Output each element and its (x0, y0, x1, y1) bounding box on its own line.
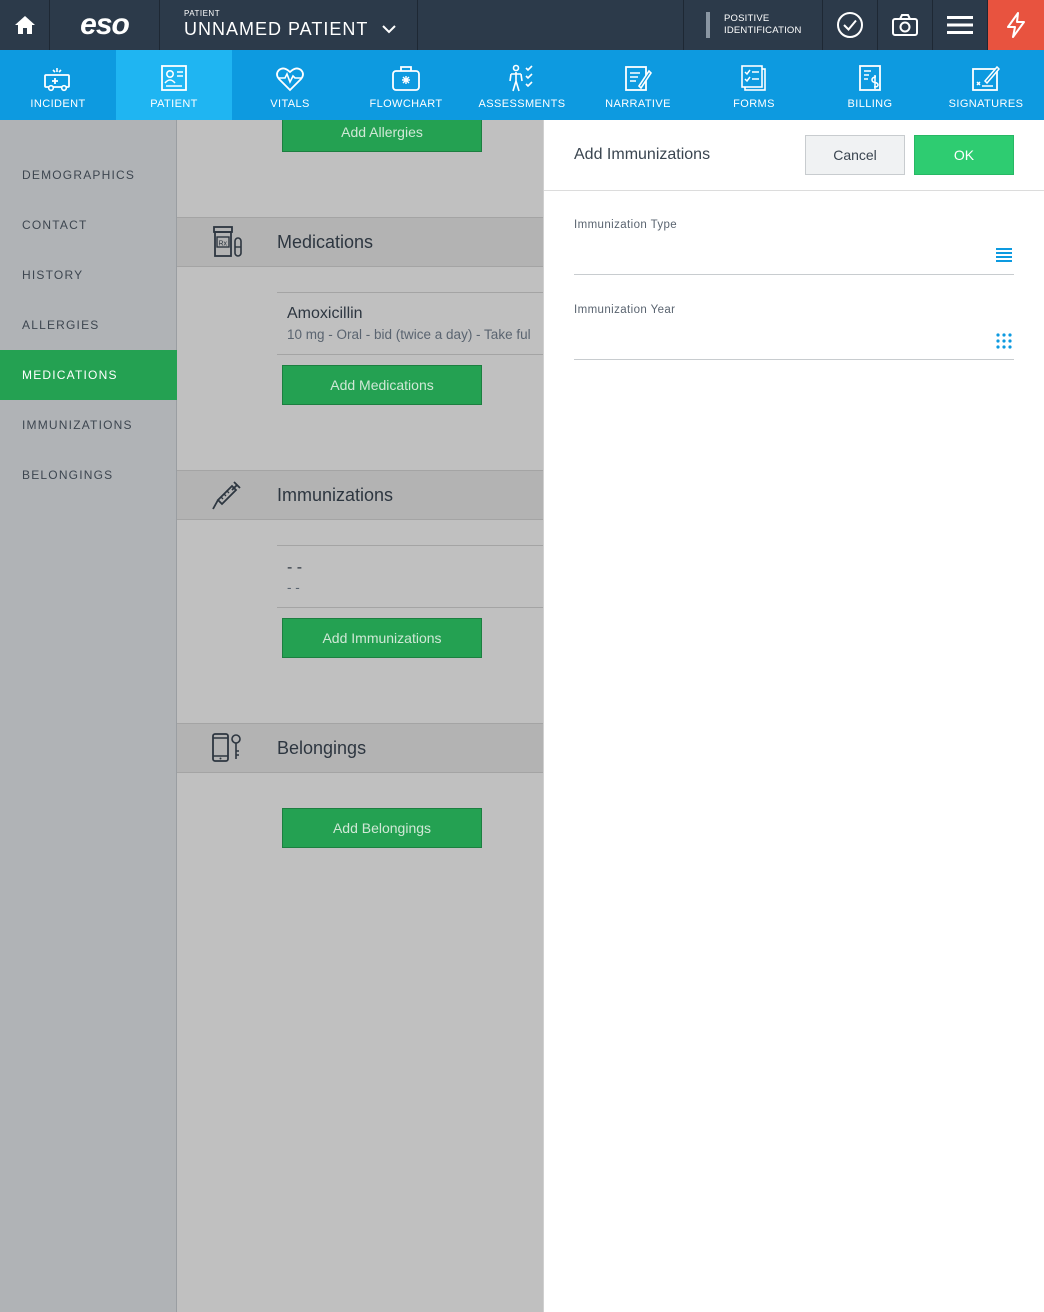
chevron-down-icon (382, 25, 397, 34)
nav-patient[interactable]: PATIENT (116, 50, 232, 120)
nav-label: VITALS (270, 98, 310, 110)
positive-identification-button[interactable]: POSITIVE IDENTIFICATION (683, 0, 823, 50)
ambulance-icon (44, 68, 70, 92)
medication-entry-name[interactable]: Amoxicillin (287, 305, 363, 323)
medication-entry-detail: 10 mg - Oral - bid (twice a day) - Take … (287, 327, 531, 342)
signature-icon (972, 65, 1001, 91)
divider (277, 292, 543, 293)
narrative-pen-icon (625, 66, 653, 91)
medkit-icon (392, 66, 420, 91)
sidebar-item-contact[interactable]: CONTACT (0, 200, 177, 250)
panel-title: Add Immunizations (574, 146, 711, 163)
syringe-icon (212, 481, 241, 510)
nav-billing[interactable]: BILLING (812, 50, 928, 120)
eso-logo: eso (50, 0, 160, 50)
sidebar-item-immunizations[interactable]: IMMUNIZATIONS (0, 400, 177, 450)
panel-header: Add Immunizations Cancel OK (544, 120, 1044, 191)
menu-button[interactable] (933, 0, 988, 50)
camera-button[interactable] (878, 0, 933, 50)
immunization-type-input[interactable] (574, 239, 984, 269)
nav-narrative[interactable]: NARRATIVE (580, 50, 696, 120)
billing-dollar-icon (859, 65, 881, 91)
nav-vitals[interactable]: VITALS (232, 50, 348, 120)
home-icon (14, 16, 35, 34)
patient-label: PATIENT (184, 9, 221, 18)
svg-text:Rx: Rx (219, 241, 228, 248)
nav-label: FORMS (733, 98, 775, 110)
status-bar (706, 12, 710, 38)
forms-check-icon (741, 65, 766, 91)
top-bar: eso PATIENT UNNAMED PATIENT POSITIVE IDE… (0, 0, 1044, 50)
sidebar-item-belongings[interactable]: BELONGINGS (0, 450, 177, 500)
add-immunizations-button[interactable]: Add Immunizations (282, 618, 482, 658)
medications-section-header: Rx Medications (177, 217, 543, 267)
immunization-entry-name[interactable]: - - (287, 559, 302, 577)
nav-incident[interactable]: INCIDENT (0, 50, 116, 120)
sidebar-item-history[interactable]: HISTORY (0, 250, 177, 300)
nav-label: FLOWCHART (369, 98, 443, 110)
immunization-year-field: Immunization Year (574, 304, 1014, 360)
patient-sidebar: DEMOGRAPHICS CONTACT HISTORY ALLERGIES M… (0, 120, 177, 1312)
list-icon[interactable] (996, 248, 1012, 262)
add-immunizations-panel: Add Immunizations Cancel OK Immunization… (543, 120, 1044, 1312)
add-belongings-button[interactable]: Add Belongings (282, 808, 482, 848)
immunization-type-label: Immunization Type (574, 219, 678, 231)
camera-icon (892, 14, 918, 36)
positive-id-line1: POSITIVE (724, 13, 770, 24)
nav-label: PATIENT (150, 98, 198, 110)
sidebar-item-demographics[interactable]: DEMOGRAPHICS (0, 150, 177, 200)
main-nav: INCIDENT PATIENT VITALS FLOWCHART ASSESS… (0, 50, 1044, 120)
patient-main-content: Add Allergies Rx Medications Amoxicillin… (177, 120, 543, 1312)
belongings-title: Belongings (277, 737, 367, 758)
nav-flowchart[interactable]: FLOWCHART (348, 50, 464, 120)
immunizations-section-header: Immunizations (177, 470, 543, 520)
body-check-icon (509, 64, 533, 92)
patient-name: UNNAMED PATIENT (184, 19, 369, 39)
validate-button[interactable] (823, 0, 878, 50)
add-allergies-button[interactable]: Add Allergies (282, 120, 482, 152)
patient-card-icon (161, 65, 187, 91)
nav-label: ASSESSMENTS (478, 98, 566, 110)
lightning-bolt-icon (1007, 12, 1025, 38)
nav-signatures[interactable]: SIGNATURES (928, 50, 1044, 120)
check-circle-icon (837, 12, 863, 38)
patient-selector[interactable]: PATIENT UNNAMED PATIENT (160, 0, 418, 50)
nav-label: SIGNATURES (948, 98, 1024, 110)
nav-label: INCIDENT (30, 98, 86, 110)
add-medications-button[interactable]: Add Medications (282, 365, 482, 405)
heart-pulse-icon (276, 67, 304, 92)
phone-key-icon (212, 733, 241, 762)
nav-label: BILLING (847, 98, 893, 110)
hamburger-menu-icon (947, 16, 973, 34)
alert-button[interactable] (988, 0, 1044, 50)
divider (277, 545, 543, 546)
ok-button[interactable]: OK (914, 135, 1014, 175)
belongings-section-header: Belongings (177, 723, 543, 773)
medications-title: Medications (277, 231, 374, 252)
positive-id-line2: IDENTIFICATION (724, 25, 802, 36)
immunizations-title: Immunizations (277, 484, 394, 505)
home-button[interactable] (0, 0, 50, 50)
nav-assessments[interactable]: ASSESSMENTS (464, 50, 580, 120)
immunization-year-input[interactable] (574, 324, 984, 354)
divider (277, 354, 543, 355)
nav-forms[interactable]: FORMS (696, 50, 812, 120)
sidebar-item-medications[interactable]: MEDICATIONS (0, 350, 177, 400)
divider (277, 607, 543, 608)
immunization-type-field: Immunization Type (574, 219, 1014, 275)
keypad-icon[interactable] (996, 333, 1012, 349)
prescription-bottle-icon: Rx (213, 226, 242, 257)
immunization-year-label: Immunization Year (574, 304, 676, 316)
sidebar-item-allergies[interactable]: ALLERGIES (0, 300, 177, 350)
nav-label: NARRATIVE (605, 98, 671, 110)
immunization-entry-detail: - - (287, 580, 300, 595)
cancel-button[interactable]: Cancel (805, 135, 905, 175)
